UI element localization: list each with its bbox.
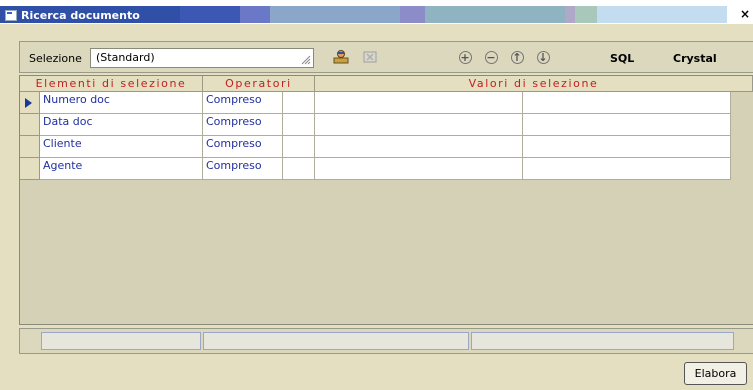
sql-button[interactable]: SQL [610, 52, 634, 65]
operator-extra-cell[interactable] [283, 136, 315, 158]
status-bar [19, 328, 753, 354]
selection-label: Selezione [29, 52, 82, 65]
operator-extra-cell[interactable] [283, 92, 315, 114]
element-cell[interactable]: Data doc [40, 114, 203, 136]
row-header[interactable] [20, 92, 40, 114]
table-row[interactable]: Agente Compreso [20, 158, 732, 180]
window-title: Ricerca documento [21, 9, 140, 22]
row-header[interactable] [20, 136, 40, 158]
row-header[interactable] [20, 158, 40, 180]
resize-grip-icon [301, 55, 311, 65]
element-cell[interactable]: Numero doc [40, 92, 203, 114]
value-to-cell[interactable] [523, 158, 731, 180]
close-button[interactable]: × [739, 8, 751, 21]
table-row[interactable]: Numero doc Compreso [20, 92, 732, 114]
header-operators: Operatori [203, 76, 315, 92]
operator-cell[interactable]: Compreso [203, 158, 283, 180]
element-cell[interactable]: Agente [40, 158, 203, 180]
crystal-button[interactable]: Crystal [673, 52, 717, 65]
selection-grid: Elementi di selezione Operatori Valori d… [19, 75, 753, 325]
header-elements: Elementi di selezione [20, 76, 203, 92]
move-down-button[interactable]: ↓ [535, 49, 551, 65]
toolbar: Selezione (Standard) + − ↑ ↓ SQL Crystal [19, 41, 753, 73]
current-row-arrow-icon [25, 98, 32, 108]
move-up-button[interactable]: ↑ [509, 49, 525, 65]
operator-cell[interactable]: Compreso [203, 114, 283, 136]
clear-icon [363, 51, 377, 63]
status-pane [203, 332, 469, 350]
table-row[interactable]: Cliente Compreso [20, 136, 732, 158]
add-icon: + [458, 50, 472, 64]
value-to-cell[interactable] [523, 136, 731, 158]
title-bar: Ricerca documento × [0, 0, 753, 27]
value-from-cell[interactable] [315, 136, 523, 158]
operator-extra-cell[interactable] [283, 114, 315, 136]
value-from-cell[interactable] [315, 114, 523, 136]
remove-icon: − [484, 50, 498, 64]
operator-extra-cell[interactable] [283, 158, 315, 180]
selection-combo[interactable]: (Standard) [90, 48, 314, 68]
run-button[interactable]: Elabora [684, 362, 747, 385]
clear-button[interactable] [362, 49, 378, 65]
table-row[interactable]: Data doc Compreso [20, 114, 732, 136]
user-search-button[interactable] [333, 49, 349, 65]
status-pane [41, 332, 201, 350]
selection-value: (Standard) [96, 51, 155, 64]
window-icon [5, 10, 17, 21]
row-header[interactable] [20, 114, 40, 136]
header-values: Valori di selezione [315, 76, 753, 92]
move-up-icon: ↑ [510, 50, 524, 64]
remove-button[interactable]: − [483, 49, 499, 65]
operator-cell[interactable]: Compreso [203, 92, 283, 114]
value-from-cell[interactable] [315, 92, 523, 114]
value-to-cell[interactable] [523, 92, 731, 114]
operator-cell[interactable]: Compreso [203, 136, 283, 158]
status-pane [471, 332, 734, 350]
move-down-icon: ↓ [536, 50, 550, 64]
element-cell[interactable]: Cliente [40, 136, 203, 158]
value-from-cell[interactable] [315, 158, 523, 180]
add-button[interactable]: + [457, 49, 473, 65]
user-search-icon [333, 50, 349, 64]
value-to-cell[interactable] [523, 114, 731, 136]
